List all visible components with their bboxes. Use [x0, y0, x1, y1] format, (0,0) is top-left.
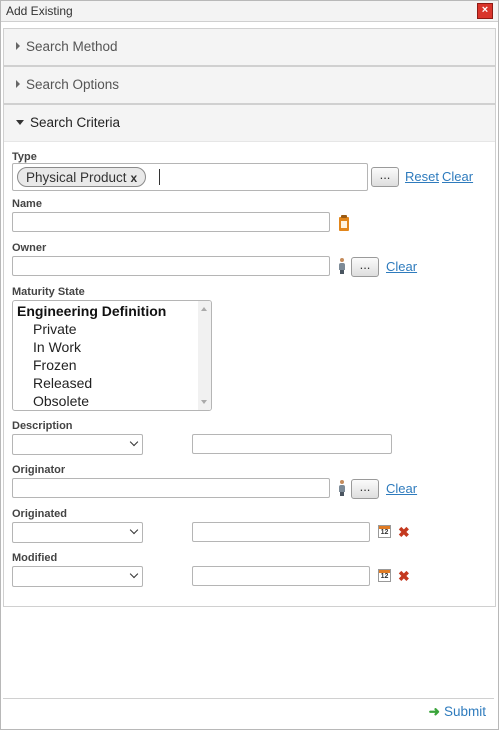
type-chip: Physical Product x — [17, 167, 147, 187]
originated-label: Originated — [12, 508, 68, 520]
arrow-right-icon: ➜ — [428, 704, 440, 719]
type-reset-link[interactable]: Reset — [405, 169, 439, 184]
section-search-options[interactable]: Search Options — [3, 66, 496, 104]
originated-date-input[interactable] — [192, 522, 370, 542]
maturity-state-listbox[interactable]: Engineering Definition Private In Work F… — [12, 300, 212, 411]
text-cursor — [159, 169, 160, 185]
dialog-title: Add Existing — [6, 4, 73, 18]
originator-label: Originator — [12, 464, 66, 476]
section-search-criteria: Search Criteria Type Physical Product x .… — [3, 104, 496, 607]
calendar-icon[interactable]: 12 — [378, 569, 391, 582]
dialog-footer: ➜ Submit — [3, 698, 494, 726]
person-icon[interactable] — [338, 480, 346, 496]
clipboard-icon[interactable] — [339, 215, 349, 231]
description-label: Description — [12, 420, 73, 432]
type-input[interactable]: Physical Product x — [12, 163, 368, 191]
modified-label: Modified — [12, 552, 58, 564]
owner-label: Owner — [12, 242, 47, 254]
description-operator-select[interactable] — [12, 434, 143, 455]
add-existing-dialog: Add Existing × Search Method Search Opti… — [0, 0, 499, 730]
listbox-group-header: Engineering Definition — [17, 303, 167, 319]
section-search-method[interactable]: Search Method — [3, 28, 496, 66]
owner-input[interactable] — [12, 256, 330, 276]
type-label: Type — [12, 151, 37, 163]
listbox-option[interactable]: Frozen — [33, 357, 77, 373]
chevron-down-icon — [129, 525, 139, 535]
close-icon[interactable]: × — [477, 3, 493, 19]
listbox-scrollbar[interactable] — [198, 301, 211, 410]
scroll-down-icon[interactable] — [201, 400, 207, 404]
originator-clear-link[interactable]: Clear — [386, 481, 417, 496]
name-input[interactable] — [12, 212, 330, 232]
maturity-state-label: Maturity State — [12, 286, 85, 298]
scroll-up-icon[interactable] — [201, 307, 207, 311]
chevron-down-icon — [129, 437, 139, 447]
clear-date-x-icon[interactable]: ✖ — [398, 569, 410, 583]
listbox-option[interactable]: In Work — [33, 339, 81, 355]
chip-remove-icon[interactable]: x — [131, 171, 138, 185]
title-bar: Add Existing × — [1, 1, 498, 22]
listbox-option[interactable]: Obsolete — [33, 393, 89, 409]
clear-date-x-icon[interactable]: ✖ — [398, 525, 410, 539]
originator-browse-button[interactable]: ... — [351, 479, 379, 499]
collapsed-arrow-icon — [16, 80, 20, 89]
type-clear-link[interactable]: Clear — [442, 169, 473, 184]
collapsed-arrow-icon — [16, 42, 20, 51]
owner-clear-link[interactable]: Clear — [386, 259, 417, 274]
expanded-arrow-icon — [16, 119, 24, 125]
owner-browse-button[interactable]: ... — [351, 257, 379, 277]
listbox-option[interactable]: Private — [33, 321, 77, 337]
chevron-down-icon — [129, 569, 139, 579]
modified-operator-select[interactable] — [12, 566, 143, 587]
originator-input[interactable] — [12, 478, 330, 498]
originated-operator-select[interactable] — [12, 522, 143, 543]
calendar-icon[interactable]: 12 — [378, 525, 391, 538]
description-input[interactable] — [192, 434, 392, 454]
type-browse-button[interactable]: ... — [371, 167, 399, 187]
section-title: Search Method — [26, 39, 118, 54]
listbox-option[interactable]: Released — [33, 375, 92, 391]
name-label: Name — [12, 198, 42, 210]
section-title: Search Criteria — [30, 115, 121, 130]
person-icon[interactable] — [338, 258, 346, 274]
section-title: Search Options — [26, 77, 120, 92]
section-header[interactable]: Search Criteria — [4, 105, 495, 142]
modified-date-input[interactable] — [192, 566, 370, 586]
submit-button[interactable]: ➜ Submit — [429, 704, 486, 720]
